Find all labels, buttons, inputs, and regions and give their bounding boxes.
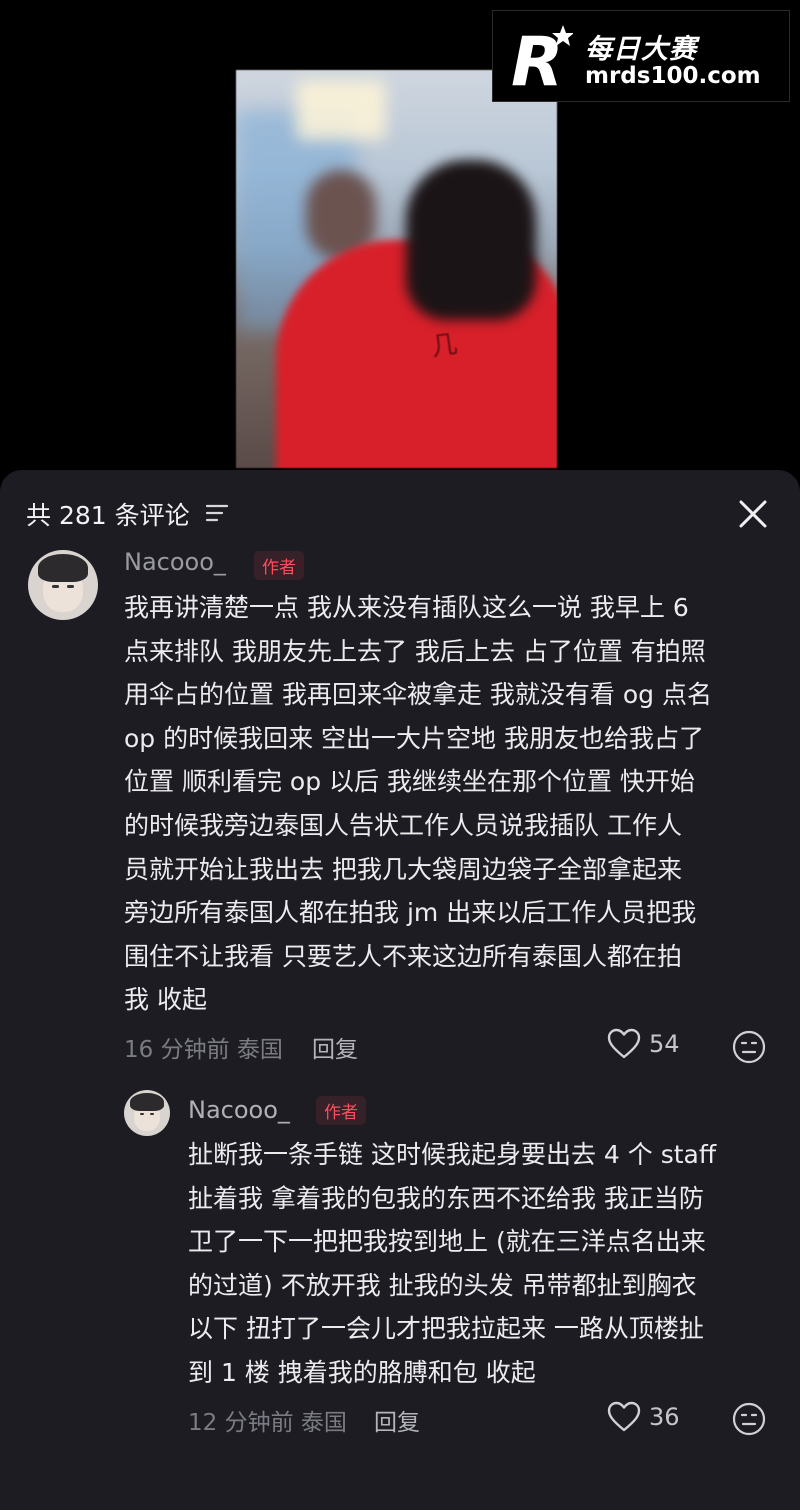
comment-username[interactable]: Nacooo_	[124, 548, 226, 576]
comment-location: 泰国	[236, 1037, 283, 1063]
author-badge: 作者	[316, 1096, 366, 1125]
reply-button[interactable]: 回复	[312, 1030, 358, 1064]
comment-line: 我再讲清楚一点 我从来没有插队这么一说 我早上 6	[124, 593, 689, 622]
like-button[interactable]: 36	[607, 1401, 680, 1433]
like-button[interactable]: 54	[607, 1028, 680, 1060]
comment-body: 我再讲清楚一点 我从来没有插队这么一说 我早上 6 点来排队 我朋友先上去了 我…	[124, 586, 774, 1022]
avatar[interactable]	[28, 550, 98, 620]
comment-panel-header: 共 281 条评论	[0, 470, 800, 552]
comment-line: 的时候我旁边泰国人告状工作人员说我插队 工作人	[124, 810, 682, 840]
like-count: 54	[649, 1030, 680, 1058]
reply-body: 扯断我一条手链 这时候我起身要出去 4 个 staff 扯着我 拿着我的包我的东…	[188, 1133, 778, 1395]
watermark-url: mrds100.com	[585, 63, 761, 89]
reply-location: 泰国	[300, 1410, 347, 1436]
comment-line: 卫了一下一把把我按到地上 (就在三洋点名出来	[188, 1227, 706, 1257]
comment-line-collapse[interactable]: 到 1 楼 拽着我的胳膊和包 收起	[188, 1351, 778, 1395]
reply-button[interactable]: 回复	[374, 1403, 420, 1437]
comment-line: 扯着我 拿着我的包我的东西不还给我 我正当防	[188, 1183, 704, 1213]
video-area: 几 R 每日大赛 mrds100.com	[0, 0, 800, 470]
comment-line: 员就开始让我出去 把我几大袋周边袋子全部拿起来	[124, 854, 682, 884]
video-player[interactable]: 几	[236, 70, 557, 468]
comment-line: 扯断我一条手链 这时候我起身要出去 4 个 staff	[188, 1140, 717, 1169]
reply-username[interactable]: Nacooo_	[188, 1096, 290, 1124]
comment-line: 点来排队 我朋友先上去了 我后上去 占了位置 有拍照	[124, 636, 706, 666]
comment-line-collapse[interactable]: 我 收起	[124, 978, 774, 1022]
reply-time: 12 分钟前	[188, 1410, 294, 1436]
comment-line: 用伞占的位置 我再回来伞被拿走 我就没有看 og 点名	[124, 680, 712, 710]
comment-panel: 共 281 条评论 Nacooo_ 作者 我再讲清楚一点 我从来没有插队这么一说…	[0, 470, 800, 1510]
comment-count-title: 共 281 条评论	[26, 501, 190, 530]
comment-line: 位置 顺利看完 op 以后 我继续坐在那个位置 快开始	[124, 767, 695, 797]
watermark-brand: 每日大赛	[585, 34, 697, 65]
filter-icon[interactable]	[205, 503, 229, 523]
comment-line: 旁边所有泰国人都在拍我 jm 出来以后工作人员把我	[124, 898, 697, 928]
video-ceiling-light	[296, 80, 386, 140]
close-icon[interactable]	[733, 494, 773, 534]
comment-line: 的过道) 不放开我 扯我的头发 吊带都扯到胸衣	[188, 1270, 697, 1300]
emoji-icon[interactable]	[732, 1402, 766, 1436]
comment-line: 围住不让我看 只要艺人不来这边所有泰国人都在拍	[124, 941, 682, 971]
comment-meta: 16 分钟前 泰国	[124, 1030, 283, 1064]
comment-line: op 的时候我回来 空出一大片空地 我朋友也给我占了	[124, 723, 705, 753]
heart-icon	[607, 1028, 641, 1059]
video-jersey-mark: 几	[429, 329, 460, 363]
like-count: 36	[649, 1403, 680, 1431]
video-person-hair	[406, 160, 536, 320]
watermark: R 每日大赛 mrds100.com	[492, 10, 790, 102]
comment-time: 16 分钟前	[124, 1037, 230, 1063]
avatar[interactable]	[124, 1090, 170, 1136]
reply-meta: 12 分钟前 泰国	[188, 1403, 347, 1437]
watermark-logo-icon: R	[511, 23, 573, 93]
author-badge: 作者	[254, 551, 304, 580]
heart-icon	[607, 1401, 641, 1432]
emoji-icon[interactable]	[732, 1030, 766, 1064]
comment-line: 以下 扭打了一会儿才把我拉起来 一路从顶楼扯	[188, 1314, 704, 1344]
